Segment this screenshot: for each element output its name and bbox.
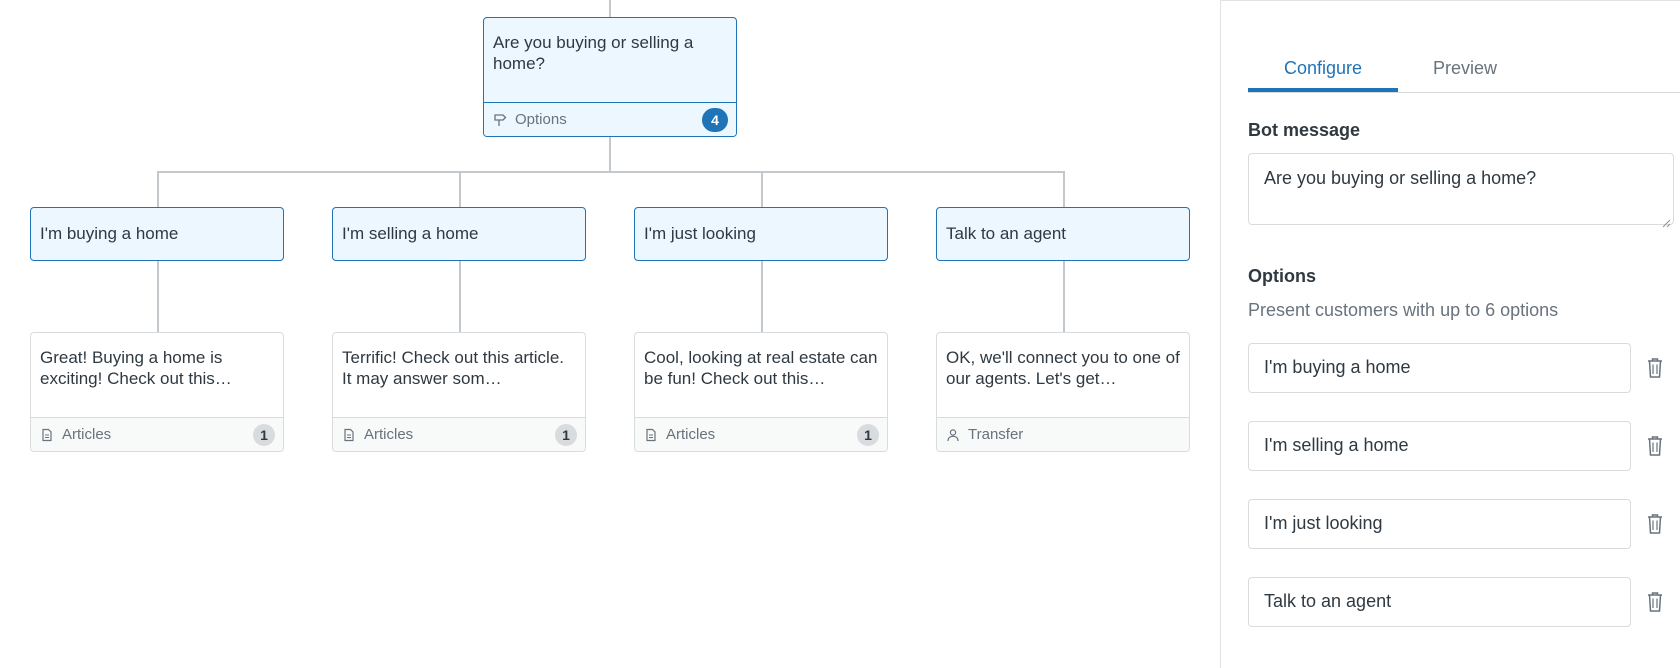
- article-icon: [342, 428, 356, 442]
- answer-text: Great! Buying a home is exciting! Check …: [40, 348, 232, 388]
- option-input[interactable]: Talk to an agent: [1248, 577, 1631, 627]
- footer-label: Options: [515, 111, 567, 128]
- connector-line: [157, 171, 159, 208]
- signpost-icon: [493, 113, 507, 127]
- question-node-footer: Options 4: [484, 102, 736, 136]
- answer-node-footer: Articles 1: [31, 417, 283, 451]
- option-node-looking[interactable]: I'm just looking: [634, 207, 888, 261]
- answer-node-agent[interactable]: OK, we'll connect you to one of our agen…: [936, 332, 1190, 452]
- footer-label: Articles: [62, 426, 112, 443]
- tab-preview[interactable]: Preview: [1398, 52, 1532, 92]
- option-node-label: I'm buying a home: [40, 224, 179, 243]
- answer-node-buying[interactable]: Great! Buying a home is exciting! Check …: [30, 332, 284, 452]
- options-hint: Present customers with up to 6 options: [1248, 300, 1559, 320]
- option-node-label: Talk to an agent: [946, 224, 1067, 243]
- option-input[interactable]: I'm buying a home: [1248, 343, 1631, 393]
- trash-icon[interactable]: [1645, 512, 1665, 536]
- article-icon: [40, 428, 54, 442]
- answer-node-footer: Articles 1: [635, 417, 887, 451]
- option-node-agent[interactable]: Talk to an agent: [936, 207, 1190, 261]
- connector-line: [157, 171, 1065, 173]
- answer-text: Terrific! Check out this article. It may…: [342, 348, 565, 388]
- connector-line: [1063, 261, 1065, 333]
- answer-node-looking[interactable]: Cool, looking at real estate can be fun!…: [634, 332, 888, 452]
- footer-label: Articles: [364, 426, 414, 443]
- connector-line: [609, 0, 611, 17]
- option-node-label: I'm just looking: [644, 224, 756, 243]
- option-node-buying[interactable]: I'm buying a home: [30, 207, 284, 261]
- footer-label: Transfer: [968, 426, 1024, 443]
- connector-line: [609, 136, 611, 173]
- person-icon: [946, 428, 960, 442]
- answer-node-footer: Transfer: [937, 417, 1189, 451]
- answer-text: OK, we'll connect you to one of our agen…: [946, 348, 1180, 388]
- option-node-selling[interactable]: I'm selling a home: [332, 207, 586, 261]
- connector-line: [761, 171, 763, 208]
- flow-canvas[interactable]: Are you buying or selling a home? Option…: [0, 0, 1220, 668]
- connector-line: [157, 261, 159, 333]
- divider: [1221, 0, 1680, 1]
- question-text: Are you buying or selling a home?: [493, 33, 694, 73]
- trash-icon[interactable]: [1645, 434, 1665, 458]
- question-node[interactable]: Are you buying or selling a home? Option…: [483, 17, 737, 137]
- articles-count-badge: 1: [555, 423, 577, 446]
- options-label: Options: [1248, 266, 1316, 286]
- trash-icon[interactable]: [1645, 356, 1665, 380]
- option-input[interactable]: I'm selling a home: [1248, 421, 1631, 471]
- answer-node-selling[interactable]: Terrific! Check out this article. It may…: [332, 332, 586, 452]
- answer-text: Cool, looking at real estate can be fun!…: [644, 348, 878, 388]
- resize-handle-icon[interactable]: [1661, 212, 1671, 228]
- configure-panel: Configure Preview Bot message Are you bu…: [1220, 0, 1680, 668]
- connector-line: [459, 261, 461, 333]
- article-icon: [644, 428, 658, 442]
- bot-message-value: Are you buying or selling a home?: [1264, 168, 1537, 188]
- articles-count-badge: 1: [857, 423, 879, 446]
- bot-message-textarea[interactable]: Are you buying or selling a home?: [1248, 153, 1674, 228]
- option-node-label: I'm selling a home: [342, 224, 479, 243]
- bot-message-label: Bot message: [1248, 120, 1361, 140]
- option-input[interactable]: I'm just looking: [1248, 499, 1631, 549]
- footer-label: Articles: [666, 426, 716, 443]
- tab-configure[interactable]: Configure: [1248, 52, 1398, 92]
- connector-line: [761, 261, 763, 333]
- panel-tabs: Configure Preview: [1248, 52, 1680, 93]
- answer-node-footer: Articles 1: [333, 417, 585, 451]
- connector-line: [1063, 171, 1065, 208]
- articles-count-badge: 1: [253, 423, 275, 446]
- options-count-badge: 4: [702, 107, 728, 132]
- trash-icon[interactable]: [1645, 590, 1665, 614]
- connector-line: [459, 171, 461, 208]
